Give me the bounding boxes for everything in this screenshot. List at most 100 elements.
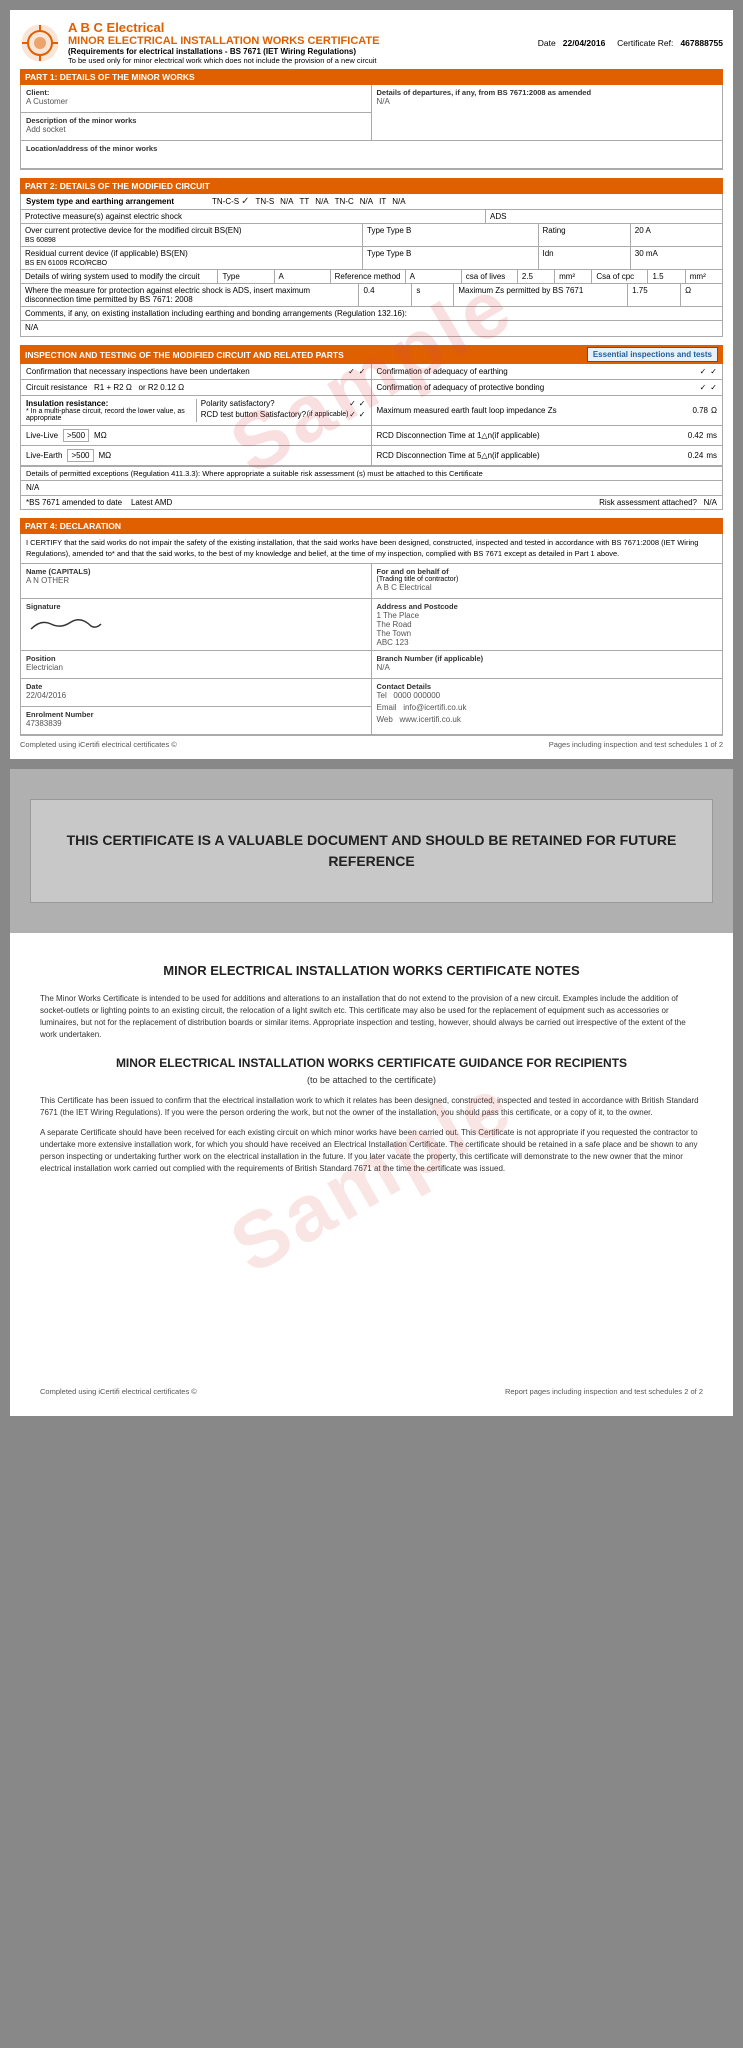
live-live-unit: MΩ — [94, 431, 107, 440]
confirm-bonding-cell: Confirmation of adequacy of protective b… — [372, 380, 723, 396]
polarity-val1: ✓ — [349, 399, 356, 408]
or-r2-label: or R2 — [139, 383, 159, 392]
live-live-value: >500 — [63, 429, 89, 442]
bs7671-row: *BS 7671 amended to date Latest AMD Risk… — [20, 496, 723, 510]
client-label: Client: — [26, 88, 366, 97]
reference-value: A — [406, 270, 462, 283]
overcurrent-label: Over current protective device for the m… — [21, 224, 363, 246]
protection-value: 0.4 — [359, 284, 412, 306]
tt: TT — [300, 197, 310, 206]
polarity-val2: ✓ — [359, 399, 366, 408]
confirm-earthing-val2: ✓ — [710, 367, 717, 376]
part2-section: PART 2: DETAILS OF THE MODIFIED CIRCUIT … — [20, 178, 723, 337]
part1-grid: Client: A Customer Details of departures… — [20, 85, 723, 170]
rcd-disc-1-unit: ms — [706, 431, 717, 440]
rcd-test-val2: ✓ — [359, 410, 366, 419]
cert-ref-value: 467888755 — [680, 38, 723, 48]
behalf-sublabel: (Trading title of contractor) — [377, 576, 718, 583]
tel-value: 0000 000000 — [393, 691, 440, 700]
confirm-insp-label: Confirmation that necessary inspections … — [26, 367, 250, 376]
insulation-note: * In a multi-phase circuit, record the l… — [26, 408, 196, 422]
confirm-bonding-val2: ✓ — [710, 383, 717, 392]
branch-label: Branch Number (if applicable) — [377, 654, 718, 663]
comments-value: N/A — [21, 321, 722, 336]
rcd-disc-5-value: 0.24 — [688, 451, 704, 460]
location-label: Location/address of the minor works — [26, 144, 367, 153]
rcd-disc-1-value: 0.42 — [688, 431, 704, 440]
protective-label: Protective measure(s) against electric s… — [21, 210, 486, 223]
polarity-cell: Polarity satisfactory? ✓ ✓ RCD test butt… — [196, 399, 366, 422]
location-value — [26, 153, 367, 165]
reference-label: Reference method — [331, 270, 406, 283]
confirm-earthing-cell: Confirmation of adequacy of earthing ✓ ✓ — [372, 364, 723, 380]
overcurrent-row: Over current protective device for the m… — [20, 224, 723, 247]
valuable-box: THIS CERTIFICATE IS A VALUABLE DOCUMENT … — [30, 799, 713, 903]
behalf-value: A B C Electrical — [377, 583, 718, 595]
details-note: Details of permitted exceptions (Regulat… — [26, 469, 483, 478]
logo-area: A B C Electrical MINOR ELECTRICAL INSTAL… — [20, 20, 379, 65]
name-cell: Name (CAPITALS) A N OTHER — [21, 564, 372, 599]
part2-header: PART 2: DETAILS OF THE MODIFIED CIRCUIT — [20, 178, 723, 194]
departures-label: Details of departures, if any, from BS 7… — [377, 88, 718, 97]
rcd-label: Residual current device (if applicable) … — [21, 247, 363, 269]
part3-header: INSPECTION AND TESTING OF THE MODIFIED C… — [25, 350, 344, 360]
enrolment-value: 47383839 — [26, 719, 366, 731]
departures-value: N/A — [377, 97, 718, 109]
client-value: A Customer — [26, 97, 366, 109]
page3: Sample MINOR ELECTRICAL INSTALLATION WOR… — [10, 933, 733, 1416]
client-cell: Client: A Customer — [21, 85, 372, 113]
rcd-ion-value: 30 mA — [631, 247, 722, 269]
rcd-test-label: RCD test button Satisfactory? — [201, 410, 306, 419]
bs7671-label: *BS 7671 amended to date — [26, 498, 122, 507]
branch-value: N/A — [377, 663, 718, 675]
web-row: Web www.icertifi.co.uk — [377, 715, 718, 727]
max-zs-value: 1.75 — [628, 284, 681, 306]
guidance-para2: A separate Certificate should have been … — [40, 1127, 703, 1175]
inspection-grid: Confirmation that necessary inspections … — [20, 364, 723, 467]
live-earth-label: Live-Earth — [26, 451, 62, 460]
part4-section: PART 4: DECLARATION I CERTIFY that the s… — [20, 518, 723, 736]
live-earth-unit: MΩ — [99, 451, 112, 460]
tn-c-s-check: ✓ — [241, 196, 249, 207]
footer-left: Completed using iCertifi electrical cert… — [20, 740, 177, 749]
page1: Sample A B C Electrical MINOR ELECTRICAL… — [10, 10, 733, 759]
rcd-disc-1-cell: RCD Disconnection Time at 1△n(if applica… — [372, 426, 723, 446]
protection-unit: s — [412, 284, 454, 306]
protection-label: Where the measure for protection against… — [21, 284, 359, 306]
na2: N/A — [315, 197, 328, 206]
wiring-row: Details of wiring system used to modify … — [20, 270, 723, 284]
details-value: N/A — [26, 483, 39, 492]
csa-lives-value: 2.5 — [518, 270, 555, 283]
date-sig-value: 22/04/2016 — [26, 691, 366, 703]
r1r2-label: R1 + R2 — [94, 383, 124, 392]
page1-footer: Completed using iCertifi electrical cert… — [20, 740, 723, 749]
max-zs-unit: Ω — [681, 284, 722, 306]
csa-lives-label: csa of lives — [462, 270, 518, 283]
date-label: Date — [538, 38, 556, 48]
na1: N/A — [280, 197, 293, 206]
page3-footer: Completed using iCertifi electrical cert… — [40, 1387, 703, 1396]
page3-footer-right: Report pages including inspection and te… — [505, 1387, 703, 1396]
email-row: Email info@icertifi.co.uk — [377, 703, 718, 715]
csa-cpc-value: 1.5 — [648, 270, 685, 283]
guidance-title: MINOR ELECTRICAL INSTALLATION WORKS CERT… — [40, 1056, 703, 1070]
date-value: 22/04/2016 — [563, 38, 606, 48]
guidance-para1: This Certificate has been issued to conf… — [40, 1095, 703, 1119]
signature-label: Signature — [26, 602, 366, 611]
behalf-label: For and on behalf of — [377, 567, 718, 576]
confirm-bonding-val1: ✓ — [700, 383, 707, 392]
guidance-subtitle: (to be attached to the certificate) — [40, 1075, 703, 1085]
rcd-test-val1: ✓ — [349, 410, 356, 419]
sig-grid: Name (CAPITALS) A N OTHER For and on beh… — [20, 564, 723, 736]
live-earth-cell: Live-Earth >500 MΩ — [21, 446, 372, 466]
position-label: Position — [26, 654, 366, 663]
cert-subtitle: (Requirements for electrical installatio… — [68, 47, 379, 56]
part3-section: INSPECTION AND TESTING OF THE MODIFIED C… — [20, 345, 723, 510]
rcd-type: Type Type B — [363, 247, 539, 269]
location-cell: Location/address of the minor works — [21, 141, 372, 169]
contact-cell: Contact Details Tel 0000 000000 Email in… — [372, 679, 723, 735]
wiring-type-value: A — [275, 270, 331, 283]
part4-header: PART 4: DECLARATION — [20, 518, 723, 534]
protective-value: ADS — [486, 210, 722, 223]
cert-ref-label: Certificate Ref: — [617, 38, 673, 48]
